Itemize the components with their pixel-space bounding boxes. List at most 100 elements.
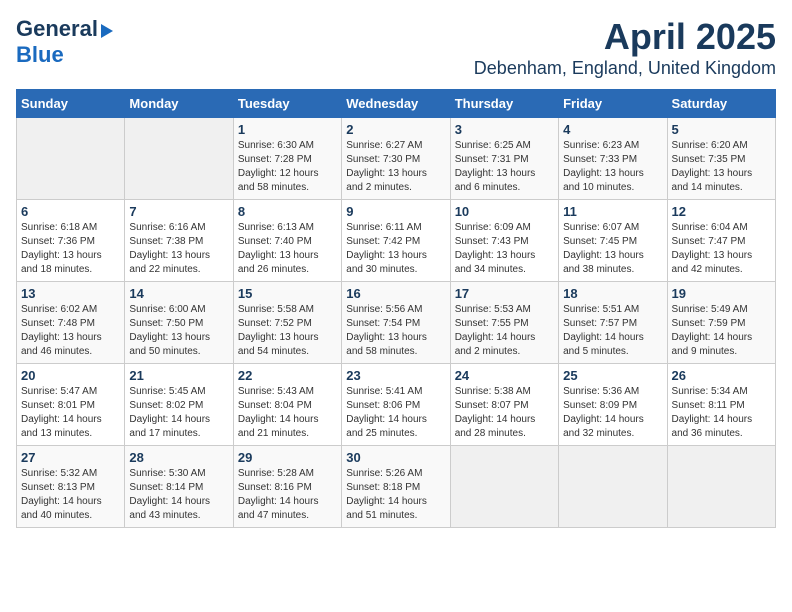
day-of-week-header: Thursday [450,90,558,118]
day-number: 19 [672,286,771,301]
calendar-cell: 10 Sunrise: 6:09 AM Sunset: 7:43 PM Dayli… [450,200,558,282]
day-info: Sunrise: 5:30 AM Sunset: 8:14 PM Dayligh… [129,467,228,523]
day-info: Sunrise: 6:23 AM Sunset: 7:33 PM Dayligh… [563,139,662,195]
calendar-cell: 25 Sunrise: 5:36 AM Sunset: 8:09 PM Dayli… [559,364,667,446]
day-of-week-header: Friday [559,90,667,118]
calendar-week-row: 13Sunrise: 6:02 AM Sunset: 7:48 PM Dayli… [17,282,776,364]
day-number: 16 [346,286,445,301]
day-info: Sunrise: 6:16 AM Sunset: 7:38 PM Dayligh… [129,221,228,277]
calendar-cell: 12 Sunrise: 6:04 AM Sunset: 7:47 PM Dayli… [667,200,775,282]
calendar-cell: 2Sunrise: 6:27 AM Sunset: 7:30 PM Daylig… [342,118,450,200]
calendar-cell: 4 Sunrise: 6:23 AM Sunset: 7:33 PM Daylig… [559,118,667,200]
day-number: 18 [563,286,662,301]
day-number: 27 [21,450,120,465]
day-info: Sunrise: 5:49 AM Sunset: 7:59 PM Dayligh… [672,303,771,359]
calendar-cell: 11 Sunrise: 6:07 AM Sunset: 7:45 PM Dayli… [559,200,667,282]
day-number: 3 [455,122,554,137]
calendar-cell: 16 Sunrise: 5:56 AM Sunset: 7:54 PM Dayli… [342,282,450,364]
calendar-cell [17,118,125,200]
calendar-cell: 21 Sunrise: 5:45 AM Sunset: 8:02 PM Dayli… [125,364,233,446]
day-of-week-header: Wednesday [342,90,450,118]
calendar-cell: 20Sunrise: 5:47 AM Sunset: 8:01 PM Dayli… [17,364,125,446]
calendar-cell [667,446,775,528]
calendar-week-row: 6 Sunrise: 6:18 AM Sunset: 7:36 PM Daylig… [17,200,776,282]
day-info: Sunrise: 5:58 AM Sunset: 7:52 PM Dayligh… [238,303,337,359]
page-header: General Blue April 2025 Debenham, Englan… [16,16,776,79]
day-info: Sunrise: 6:04 AM Sunset: 7:47 PM Dayligh… [672,221,771,277]
day-number: 10 [455,204,554,219]
day-number: 8 [238,204,337,219]
calendar-subtitle: Debenham, England, United Kingdom [474,58,776,79]
day-number: 29 [238,450,337,465]
logo-blue: Blue [16,42,64,67]
calendar-cell: 13Sunrise: 6:02 AM Sunset: 7:48 PM Dayli… [17,282,125,364]
day-of-week-header: Sunday [17,90,125,118]
day-info: Sunrise: 6:09 AM Sunset: 7:43 PM Dayligh… [455,221,554,277]
calendar-cell: 22 Sunrise: 5:43 AM Sunset: 8:04 PM Dayli… [233,364,341,446]
calendar-cell: 18 Sunrise: 5:51 AM Sunset: 7:57 PM Dayli… [559,282,667,364]
day-number: 6 [21,204,120,219]
day-info: Sunrise: 5:41 AM Sunset: 8:06 PM Dayligh… [346,385,445,441]
calendar-week-row: 20Sunrise: 5:47 AM Sunset: 8:01 PM Dayli… [17,364,776,446]
day-number: 24 [455,368,554,383]
calendar-cell: 24 Sunrise: 5:38 AM Sunset: 8:07 PM Dayli… [450,364,558,446]
day-info: Sunrise: 5:28 AM Sunset: 8:16 PM Dayligh… [238,467,337,523]
day-info: Sunrise: 5:36 AM Sunset: 8:09 PM Dayligh… [563,385,662,441]
day-number: 22 [238,368,337,383]
calendar-cell: 7 Sunrise: 6:16 AM Sunset: 7:38 PM Daylig… [125,200,233,282]
day-info: Sunrise: 5:47 AM Sunset: 8:01 PM Dayligh… [21,385,120,441]
day-info: Sunrise: 5:51 AM Sunset: 7:57 PM Dayligh… [563,303,662,359]
calendar-cell: 28Sunrise: 5:30 AM Sunset: 8:14 PM Dayli… [125,446,233,528]
calendar-cell: 6 Sunrise: 6:18 AM Sunset: 7:36 PM Daylig… [17,200,125,282]
day-number: 4 [563,122,662,137]
day-info: Sunrise: 5:53 AM Sunset: 7:55 PM Dayligh… [455,303,554,359]
day-number: 23 [346,368,445,383]
calendar-cell: 5 Sunrise: 6:20 AM Sunset: 7:35 PM Daylig… [667,118,775,200]
day-number: 13 [21,286,120,301]
day-info: Sunrise: 5:45 AM Sunset: 8:02 PM Dayligh… [129,385,228,441]
day-number: 14 [129,286,228,301]
day-of-week-header: Monday [125,90,233,118]
calendar-cell: 1 Sunrise: 6:30 AM Sunset: 7:28 PM Daylig… [233,118,341,200]
day-number: 15 [238,286,337,301]
calendar-week-row: 1 Sunrise: 6:30 AM Sunset: 7:28 PM Daylig… [17,118,776,200]
day-number: 11 [563,204,662,219]
day-info: Sunrise: 5:26 AM Sunset: 8:18 PM Dayligh… [346,467,445,523]
day-info: Sunrise: 5:32 AM Sunset: 8:13 PM Dayligh… [21,467,120,523]
day-number: 1 [238,122,337,137]
day-number: 5 [672,122,771,137]
day-number: 25 [563,368,662,383]
day-info: Sunrise: 6:18 AM Sunset: 7:36 PM Dayligh… [21,221,120,277]
day-info: Sunrise: 6:00 AM Sunset: 7:50 PM Dayligh… [129,303,228,359]
day-info: Sunrise: 6:30 AM Sunset: 7:28 PM Dayligh… [238,139,337,195]
calendar-cell: 8Sunrise: 6:13 AM Sunset: 7:40 PM Daylig… [233,200,341,282]
calendar-week-row: 27 Sunrise: 5:32 AM Sunset: 8:13 PM Dayli… [17,446,776,528]
calendar-cell: 19 Sunrise: 5:49 AM Sunset: 7:59 PM Dayli… [667,282,775,364]
day-info: Sunrise: 6:07 AM Sunset: 7:45 PM Dayligh… [563,221,662,277]
calendar-cell: 23 Sunrise: 5:41 AM Sunset: 8:06 PM Dayli… [342,364,450,446]
logo: General Blue [16,16,113,68]
day-number: 2 [346,122,445,137]
day-info: Sunrise: 5:56 AM Sunset: 7:54 PM Dayligh… [346,303,445,359]
calendar-cell: 26Sunrise: 5:34 AM Sunset: 8:11 PM Dayli… [667,364,775,446]
day-number: 9 [346,204,445,219]
logo-arrow-icon [101,24,113,38]
calendar-cell [125,118,233,200]
calendar-title-area: April 2025 Debenham, England, United Kin… [474,16,776,79]
calendar-cell [450,446,558,528]
day-info: Sunrise: 5:34 AM Sunset: 8:11 PM Dayligh… [672,385,771,441]
calendar-table: SundayMondayTuesdayWednesdayThursdayFrid… [16,89,776,528]
day-info: Sunrise: 5:43 AM Sunset: 8:04 PM Dayligh… [238,385,337,441]
day-of-week-header: Tuesday [233,90,341,118]
day-number: 7 [129,204,228,219]
day-info: Sunrise: 6:20 AM Sunset: 7:35 PM Dayligh… [672,139,771,195]
calendar-cell: 30 Sunrise: 5:26 AM Sunset: 8:18 PM Dayli… [342,446,450,528]
calendar-cell: 3Sunrise: 6:25 AM Sunset: 7:31 PM Daylig… [450,118,558,200]
day-number: 12 [672,204,771,219]
calendar-cell: 14 Sunrise: 6:00 AM Sunset: 7:50 PM Dayli… [125,282,233,364]
day-number: 30 [346,450,445,465]
day-number: 21 [129,368,228,383]
calendar-cell: 29 Sunrise: 5:28 AM Sunset: 8:16 PM Dayli… [233,446,341,528]
calendar-cell: 17Sunrise: 5:53 AM Sunset: 7:55 PM Dayli… [450,282,558,364]
day-info: Sunrise: 5:38 AM Sunset: 8:07 PM Dayligh… [455,385,554,441]
